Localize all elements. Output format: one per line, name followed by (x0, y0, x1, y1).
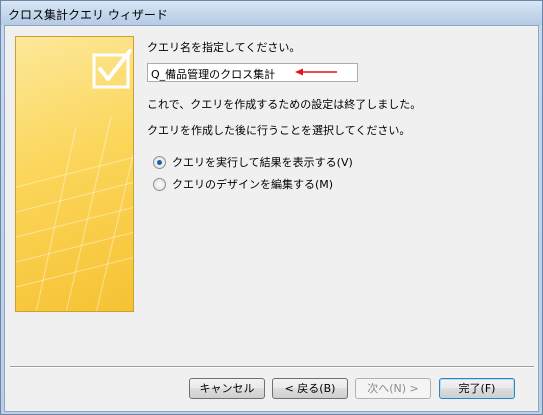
checkbox-checked-icon (16, 49, 133, 311)
choose-action-message: クエリを作成した後に行うことを選択してください。 (147, 124, 411, 137)
wizard-client-area: クエリ名を指定してください。 Q_備品管理のクロス集計 これで、クエリを作成する… (4, 25, 539, 412)
button-separator (10, 366, 534, 368)
radio-edit-design[interactable] (153, 177, 166, 191)
wizard-sidebar-graphic (15, 36, 134, 312)
radio-run-query[interactable] (153, 155, 166, 169)
cancel-button[interactable]: キャンセル (189, 378, 265, 399)
red-arrow-annotation (295, 68, 337, 76)
completion-message: これで、クエリを作成するための設定は終了しました。 (147, 98, 422, 111)
option-run-query[interactable]: クエリを実行して結果を表示する(V) (153, 154, 353, 170)
finish-button[interactable]: 完了(F) (439, 378, 515, 399)
query-name-prompt: クエリ名を指定してください。 (147, 41, 301, 54)
option-edit-design[interactable]: クエリのデザインを編集する(M) (153, 176, 333, 192)
wizard-window: クロス集計クエリ ウィザード クエリ名を指定してください。 Q_備品管理のクロス… (0, 0, 543, 415)
option-run-query-label: クエリを実行して結果を表示する(V) (172, 156, 353, 169)
next-button[interactable]: 次へ(N) > (355, 378, 431, 399)
window-title: クロス集計クエリ ウィザード (8, 8, 168, 22)
option-edit-design-label: クエリのデザインを編集する(M) (172, 178, 334, 191)
back-button[interactable]: < 戻る(B) (272, 378, 348, 399)
title-bar[interactable]: クロス集計クエリ ウィザード (1, 1, 542, 25)
